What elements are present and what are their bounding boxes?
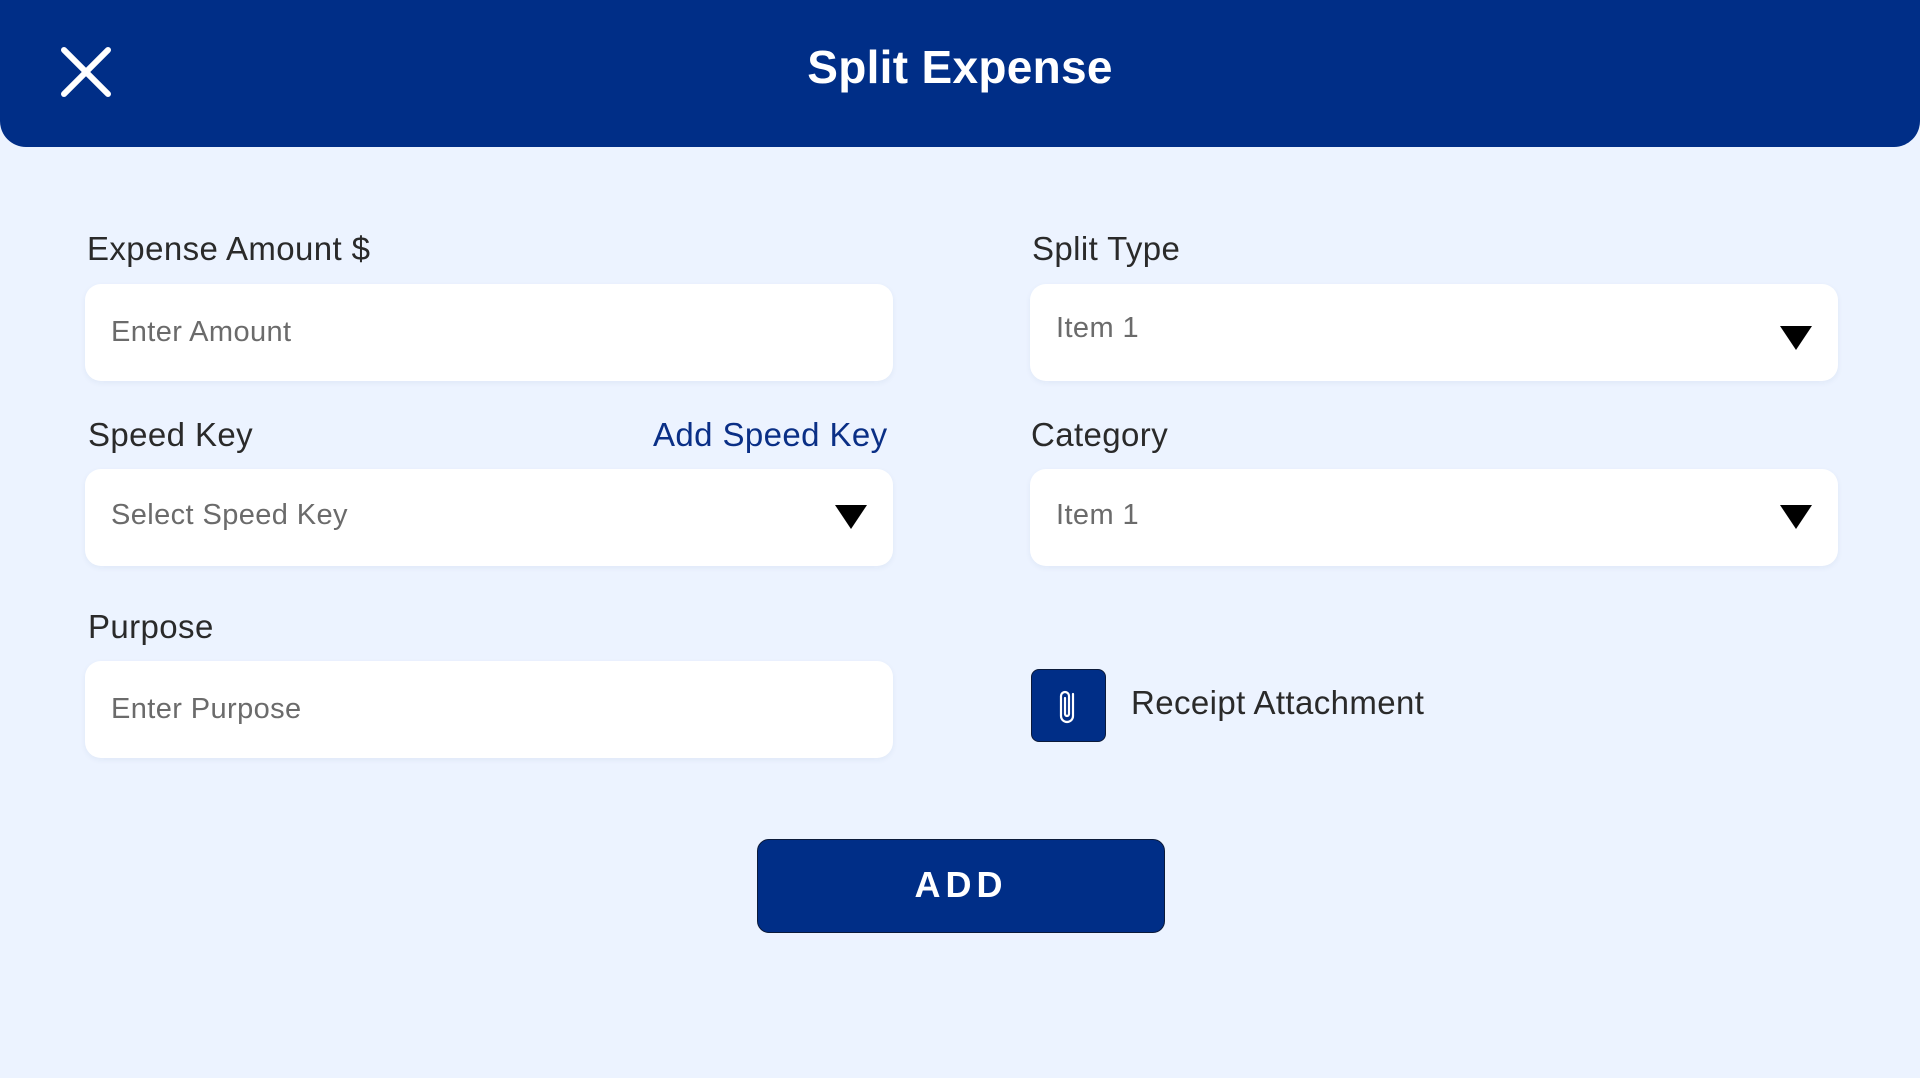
split-type-value: Item 1 xyxy=(1056,312,1139,344)
triangle-down-icon xyxy=(1778,322,1814,352)
receipt-attachment-button[interactable] xyxy=(1031,669,1106,742)
category-value: Item 1 xyxy=(1056,499,1139,531)
triangle-down-icon xyxy=(833,501,869,531)
category-label: Category xyxy=(1031,416,1169,453)
header-bar: Split Expense xyxy=(0,0,1920,147)
expense-amount-field-box xyxy=(85,284,893,381)
split-type-select[interactable]: Item 1 xyxy=(1030,284,1838,381)
expense-amount-input[interactable] xyxy=(85,284,893,381)
speed-key-placeholder: Select Speed Key xyxy=(111,499,348,531)
purpose-field-box xyxy=(85,661,893,758)
split-type-label: Split Type xyxy=(1032,230,1181,267)
purpose-input[interactable] xyxy=(85,661,893,758)
add-button[interactable]: ADD xyxy=(757,839,1165,933)
purpose-label: Purpose xyxy=(88,608,214,645)
page-title: Split Expense xyxy=(807,41,1113,93)
category-select[interactable]: Item 1 xyxy=(1030,469,1838,566)
speed-key-select[interactable]: Select Speed Key xyxy=(85,469,893,566)
paperclip-icon xyxy=(1059,690,1075,724)
speed-key-label: Speed Key xyxy=(88,416,254,453)
split-expense-screen: Split Expense Expense Amount $ Split Typ… xyxy=(0,0,1920,1078)
triangle-down-icon xyxy=(1778,501,1814,531)
receipt-attachment-label: Receipt Attachment xyxy=(1131,684,1425,721)
expense-amount-label: Expense Amount $ xyxy=(87,230,371,267)
add-speed-key-link[interactable]: Add Speed Key xyxy=(653,416,888,454)
